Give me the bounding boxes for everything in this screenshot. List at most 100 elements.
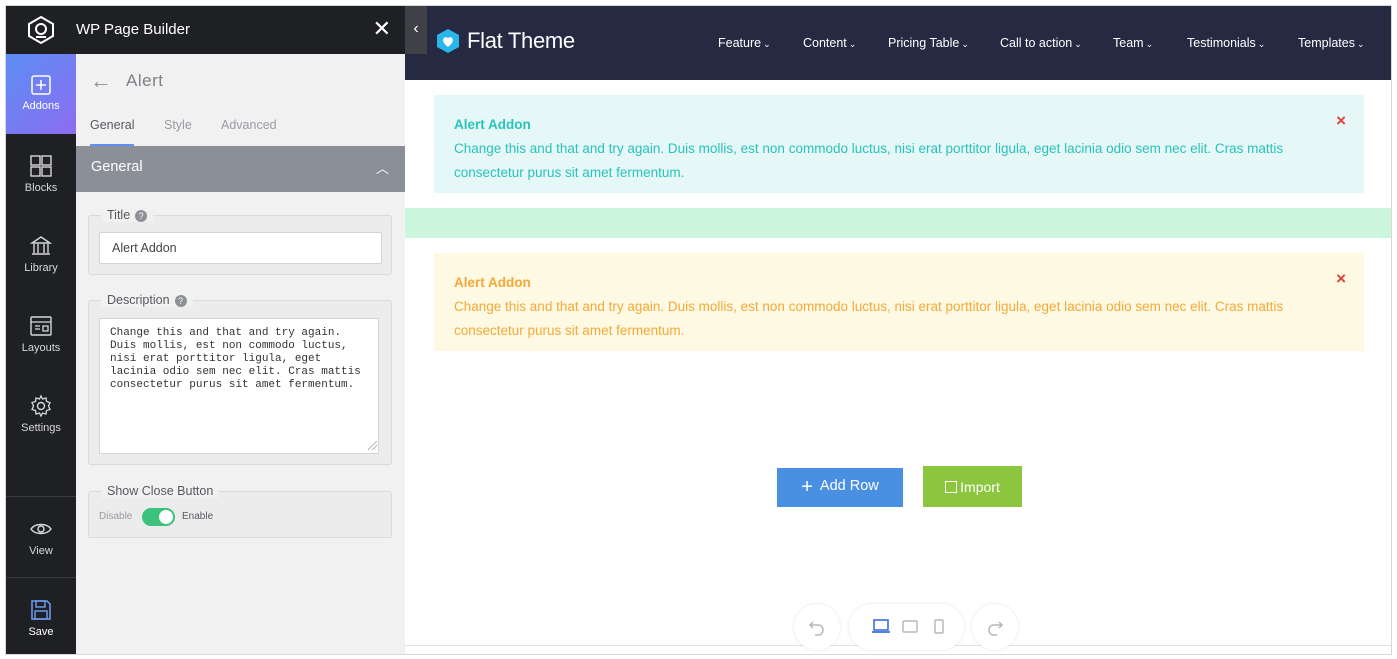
close-icon[interactable]: × (1336, 267, 1346, 291)
desktop-icon[interactable] (871, 619, 891, 635)
sidebar-item-layouts[interactable]: Layouts (6, 294, 76, 374)
nav-label: Content (803, 36, 847, 50)
toggle-knob (159, 510, 173, 524)
nav-label: Feature (718, 36, 762, 50)
resize-handle-icon[interactable] (368, 441, 377, 450)
chevron-down-icon: ⌄ (848, 39, 857, 49)
sidebar-item-settings[interactable]: Settings (6, 374, 76, 454)
panel-header: ← Alert General Style Advanced (76, 54, 405, 146)
nav-item-content[interactable]: Content ⌄ (803, 36, 856, 50)
add-row-button[interactable]: + Add Row (777, 468, 903, 507)
sidebar-rail: Addons Blocks Library Layouts Settings V… (6, 54, 76, 654)
plus-icon: + (801, 476, 813, 498)
alert-title: Alert Addon (454, 117, 531, 132)
back-arrow-icon[interactable]: ← (90, 68, 112, 94)
flat-theme-logo-icon (437, 29, 459, 53)
tab-style[interactable]: Style (164, 118, 192, 146)
redo-icon (988, 621, 1004, 636)
alert-warning[interactable]: Alert Addon Change this and that and try… (434, 253, 1364, 351)
builder-logo-icon (28, 15, 54, 45)
sidebar-item-label: Save (28, 626, 54, 638)
close-button-toggle[interactable] (142, 508, 175, 526)
import-button[interactable]: Import (923, 466, 1022, 507)
sidebar-item-save[interactable]: Save (6, 578, 76, 654)
undo-icon (808, 621, 824, 636)
undo-button[interactable] (794, 604, 840, 650)
nav-item-feature[interactable]: Feature ⌄ (718, 36, 771, 50)
blocks-grid-icon (30, 155, 52, 177)
sidebar-item-label: View (29, 545, 53, 557)
addon-settings-panel: ← Alert General Style Advanced General ︿… (76, 54, 405, 654)
builder-title: WP Page Builder (76, 21, 190, 38)
gear-icon (31, 394, 51, 418)
chevron-down-icon: ⌄ (961, 39, 969, 49)
title-label: Title (107, 208, 131, 222)
nav-item-testimonials[interactable]: Testimonials ⌄ (1187, 36, 1265, 50)
floppy-disk-icon (31, 600, 51, 620)
device-switcher (849, 604, 964, 650)
panel-title: Alert (126, 71, 164, 90)
close-icon[interactable]: × (1336, 109, 1346, 133)
title-label-group: Title? (101, 208, 154, 222)
nav-item-team[interactable]: Team ⌄ (1113, 36, 1153, 50)
chevron-down-icon: ⌄ (1356, 39, 1365, 49)
layouts-icon (30, 316, 52, 336)
sidebar-item-label: Layouts (21, 342, 61, 354)
eye-icon (30, 523, 52, 535)
site-header: Flat Theme Feature ⌄ Content ⌄ Pricing Tab… (405, 6, 1391, 80)
title-input[interactable] (99, 232, 382, 264)
sidebar-item-library[interactable]: Library (6, 214, 76, 294)
toggle-off-label: Disable (99, 511, 133, 522)
alert-text: Change this and that and try again. Duis… (454, 141, 1284, 180)
alert-title: Alert Addon (454, 275, 531, 290)
sidebar-item-addons[interactable]: Addons (6, 54, 76, 134)
sidebar-item-label: Settings (21, 422, 61, 434)
description-label-group: Description? (101, 293, 193, 307)
sidebar-item-label: Blocks (24, 182, 58, 194)
redo-button[interactable] (972, 604, 1018, 650)
nav-label: Templates (1298, 36, 1355, 50)
import-label: Import (960, 478, 1000, 495)
sidebar-item-blocks[interactable]: Blocks (6, 134, 76, 214)
alert-text: Change this and that and try again. Duis… (454, 299, 1284, 338)
sidebar-item-label: Addons (22, 100, 60, 112)
import-icon (945, 480, 958, 493)
nav-label: Testimonials (1187, 36, 1256, 50)
collapse-panel-button[interactable]: ‹ (405, 6, 427, 54)
mobile-icon[interactable] (934, 619, 944, 635)
nav-item-pricing-table[interactable]: Pricing Table ⌄ (888, 36, 969, 50)
section-general-header[interactable]: General ︿ (76, 146, 405, 192)
alert-info[interactable]: Alert Addon Change this and that and try… (434, 95, 1364, 193)
plus-square-icon (31, 75, 51, 95)
tablet-icon[interactable] (902, 619, 918, 635)
description-label: Description (107, 293, 170, 307)
builder-topbar: WP Page Builder ✕ (6, 6, 405, 54)
close-icon[interactable]: ✕ (373, 18, 391, 40)
app-window: WP Page Builder ✕ Addons Blocks Library … (5, 5, 1392, 655)
toggle-on-label: Enable (182, 511, 214, 522)
close-button-fieldset: Show Close Button Disable Enable (88, 484, 392, 538)
site-brand-name[interactable]: Flat Theme (467, 28, 575, 54)
description-fieldset: Description? Change this and that and tr… (88, 293, 392, 465)
nav-label: Team (1113, 36, 1144, 50)
sidebar-item-label: Library (24, 262, 58, 274)
chevron-up-icon[interactable]: ︿ (376, 158, 389, 177)
tab-general[interactable]: General (90, 118, 135, 146)
section-title: General (91, 159, 143, 175)
sidebar-item-view[interactable]: View (6, 497, 76, 577)
chevron-down-icon: ⌄ (1074, 39, 1082, 49)
help-icon[interactable]: ? (174, 295, 187, 307)
chevron-down-icon: ⌄ (1257, 39, 1266, 49)
close-button-label: Show Close Button (101, 484, 220, 498)
title-fieldset: Title? (88, 208, 392, 275)
library-building-icon (29, 236, 53, 255)
row-divider-band (405, 208, 1391, 238)
nav-label: Call to action (1000, 36, 1073, 50)
chevron-down-icon: ⌄ (1145, 39, 1154, 49)
nav-item-call-to-action[interactable]: Call to action ⌄ (1000, 36, 1082, 50)
description-textarea[interactable]: Change this and that and try again. Duis… (99, 318, 379, 454)
help-icon[interactable]: ? (135, 210, 148, 222)
tab-advanced[interactable]: Advanced (221, 118, 277, 146)
add-row-label: Add Row (819, 478, 879, 494)
nav-item-templates[interactable]: Templates ⌄ (1298, 36, 1365, 50)
